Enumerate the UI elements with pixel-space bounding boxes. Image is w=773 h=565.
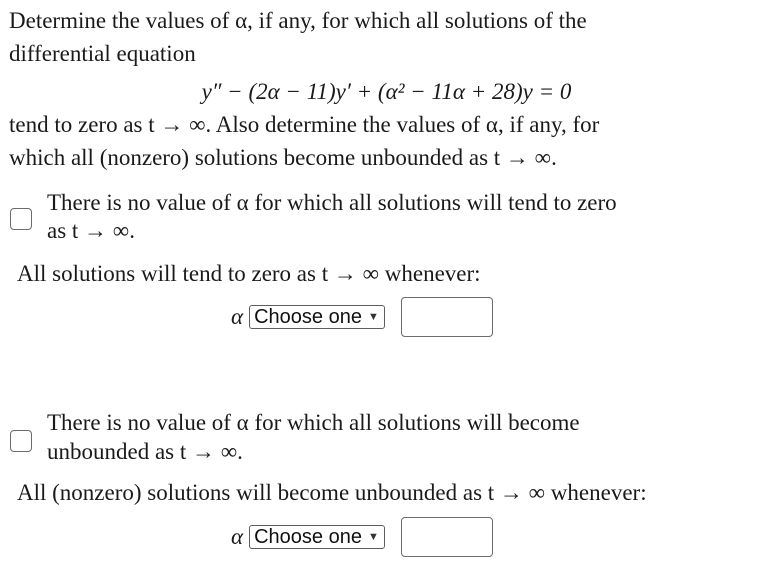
no-value-zero-checkbox[interactable] xyxy=(10,208,32,230)
zero-condition-text: All solutions will tend to zero as t → ∞… xyxy=(17,261,481,286)
no-value-zero-label-line-2: as t → ∞. xyxy=(47,218,135,243)
unbounded-value-input[interactable] xyxy=(400,517,493,557)
no-value-unbounded-label-line-2: unbounded as t → ∞. xyxy=(47,439,243,464)
alpha-symbol: α xyxy=(231,304,244,329)
unbounded-answer-row: α Choose one ▼ xyxy=(231,517,493,557)
zero-inequality-select[interactable]: Choose one ▼ xyxy=(249,305,385,329)
zero-value-input[interactable] xyxy=(400,297,493,337)
zero-answer-row: α Choose one ▼ xyxy=(231,297,493,337)
alpha-symbol: α xyxy=(231,524,244,549)
zero-select-value: Choose one xyxy=(254,305,362,328)
unbounded-inequality-select[interactable]: Choose one ▼ xyxy=(249,525,385,549)
differential-equation: y″ − (2α − 11)y′ + (α² − 11α + 28)y = 0 xyxy=(201,79,572,104)
no-value-zero-label-line-1: There is no value of α for which all sol… xyxy=(47,190,617,215)
problem-intro-line-1: Determine the values of α, if any, for w… xyxy=(9,8,587,33)
chevron-down-icon: ▼ xyxy=(367,311,379,323)
no-value-unbounded-checkbox[interactable] xyxy=(10,430,32,452)
problem-followup-line-2: which all (nonzero) solutions become unb… xyxy=(9,145,557,170)
problem-intro-line-2: differential equation xyxy=(9,41,196,66)
no-value-unbounded-label-line-1: There is no value of α for which all sol… xyxy=(47,410,580,435)
unbounded-condition-text: All (nonzero) solutions will become unbo… xyxy=(17,480,647,505)
unbounded-select-value: Choose one xyxy=(254,525,362,548)
chevron-down-icon: ▼ xyxy=(367,531,379,543)
problem-followup-line-1: tend to zero as t → ∞. Also determine th… xyxy=(9,112,600,137)
